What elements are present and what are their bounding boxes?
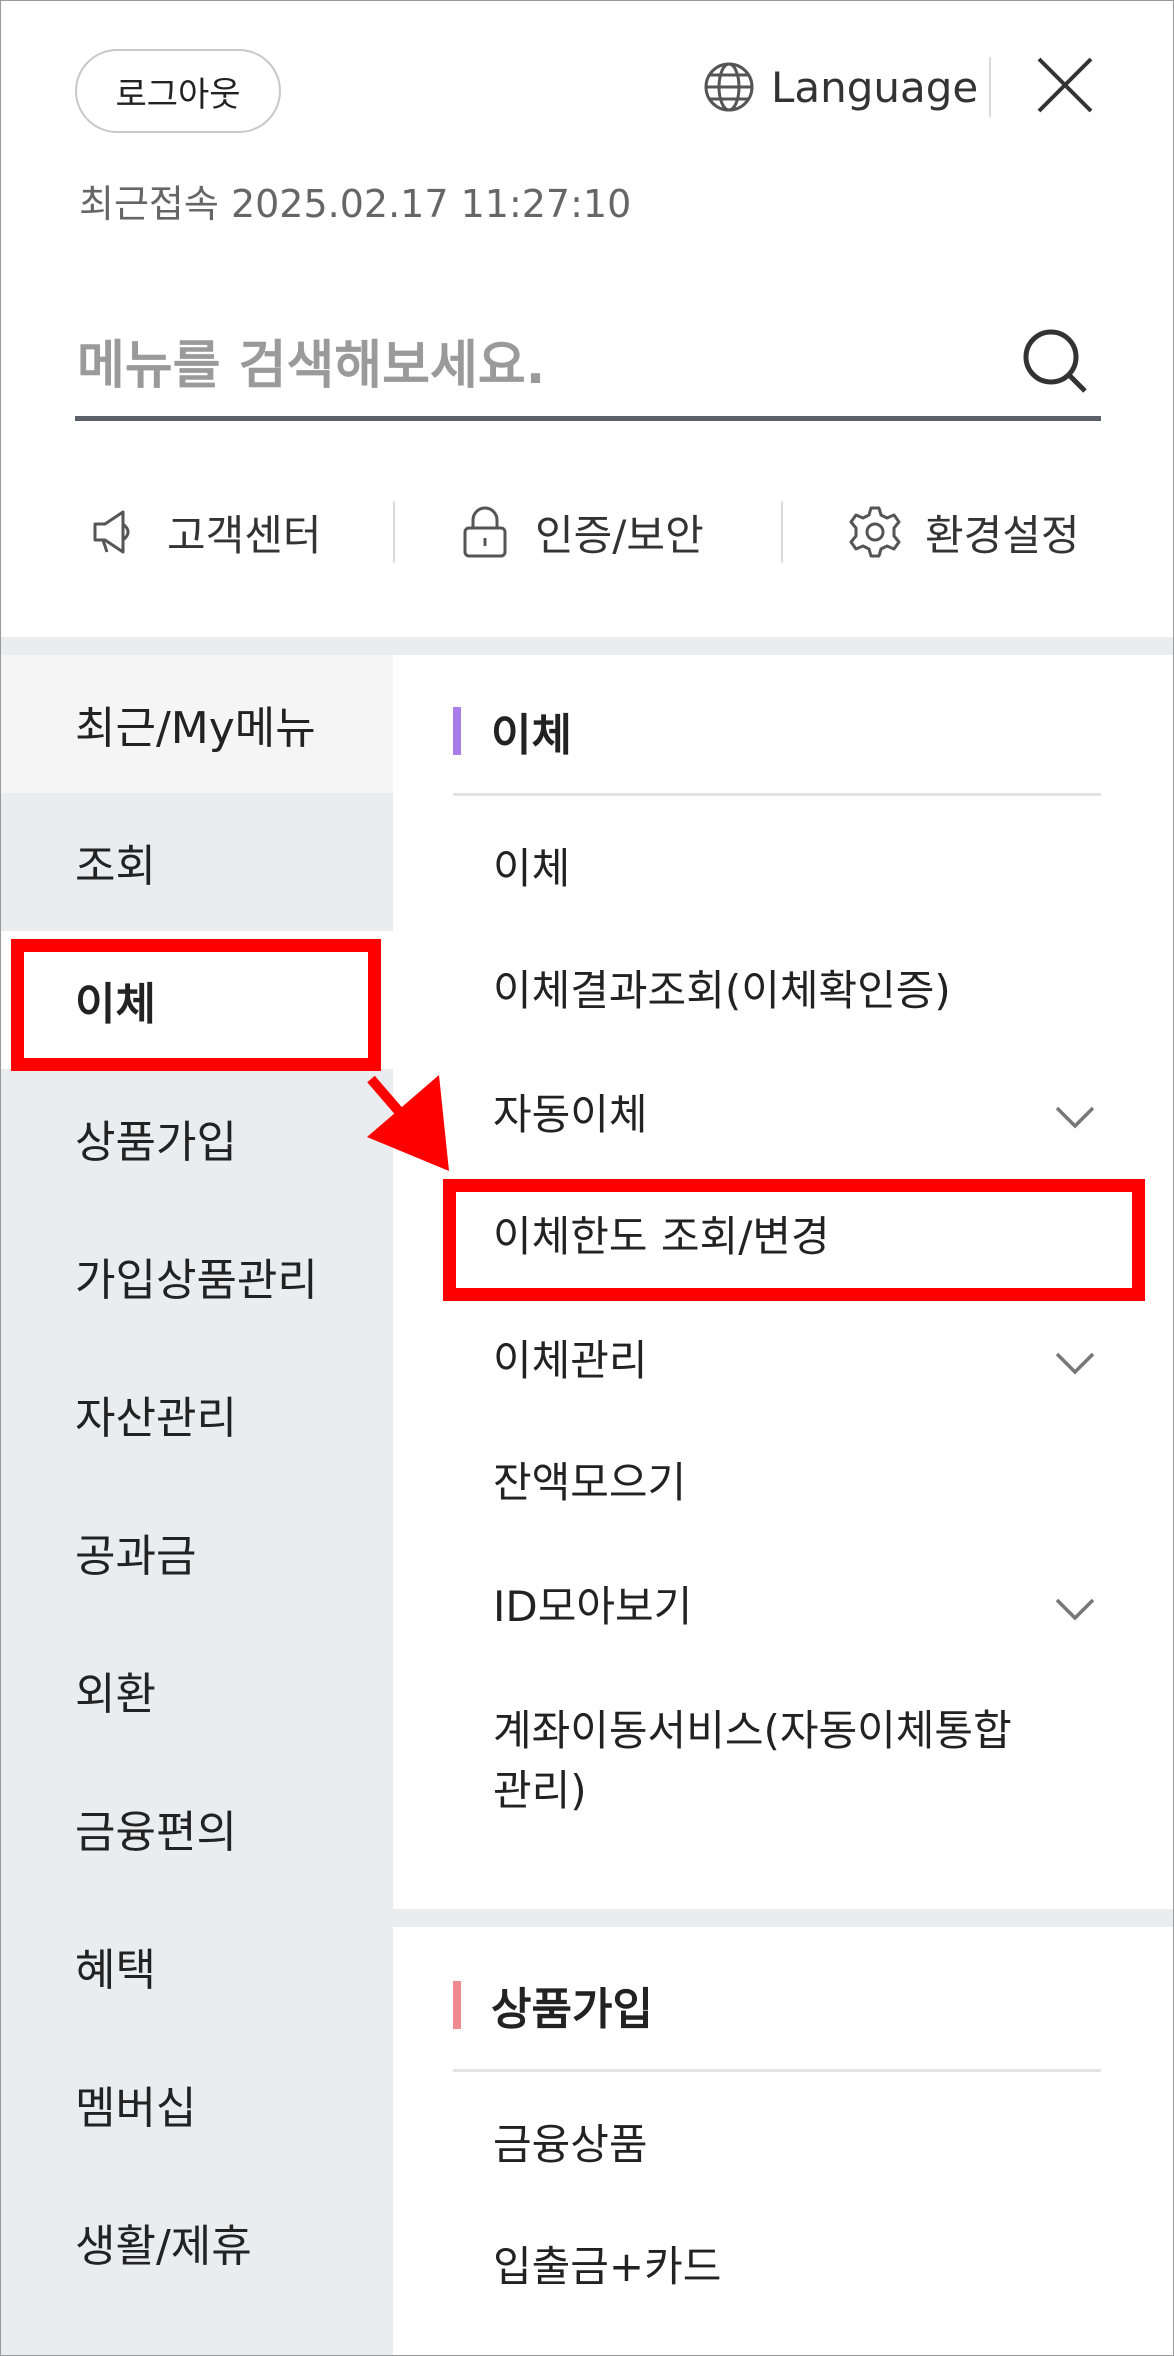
last-access-label: 최근접속: [79, 182, 219, 226]
sidebar-item-membership[interactable]: 멤버십: [1, 2035, 393, 2173]
sidebar-item-inquiry[interactable]: 조회: [1, 793, 393, 931]
quick-link-customer-center[interactable]: 고객센터: [89, 497, 322, 567]
chevron-down-icon[interactable]: [1053, 1103, 1097, 1131]
quick-link-label: 인증/보안: [535, 510, 704, 560]
arrow-icon: [367, 1075, 449, 1171]
quick-link-label: 고객센터: [167, 510, 322, 560]
highlight-box-transfer-limit: [443, 1179, 1145, 1301]
highlight-box-transfer: [11, 939, 381, 1071]
submenu-item-deposit-card[interactable]: 입출금+카드: [493, 2237, 1113, 2297]
submenu-item-account-switch[interactable]: 계좌이동서비스(자동이체통합관리): [493, 1701, 1033, 1821]
submenu-item-auto-transfer[interactable]: 자동이체: [493, 1085, 1113, 1145]
section-accent-bar: [453, 707, 461, 755]
submenu-item-transfer[interactable]: 이체: [493, 839, 1113, 899]
quick-link-auth-security[interactable]: 인증/보안: [457, 497, 704, 567]
sidebar-item-lifestyle[interactable]: 생활/제휴: [1, 2173, 393, 2311]
section-header-transfer: 이체: [453, 701, 572, 761]
section-header-product-signup: 상품가입: [453, 1975, 653, 2035]
app-frame: 로그아웃 Language 최근접속 2025.02.17 11:27:10 메…: [0, 0, 1174, 2356]
sidebar-item-benefits[interactable]: 혜택: [1, 1897, 393, 2035]
language-label: Language: [771, 62, 979, 112]
close-icon[interactable]: [1035, 55, 1095, 115]
submenu-item-financial-products[interactable]: 금융상품: [493, 2115, 1113, 2175]
sidebar-item-product-management[interactable]: 가입상품관리: [1, 1207, 393, 1345]
language-button[interactable]: Language: [701, 51, 978, 123]
section-divider: [453, 793, 1101, 796]
search-icon[interactable]: [1019, 325, 1091, 397]
last-access-value: 2025.02.17 11:27:10: [230, 182, 632, 226]
quick-link-divider: [781, 501, 783, 563]
logout-button[interactable]: 로그아웃: [75, 49, 281, 133]
section-divider: [453, 2069, 1101, 2072]
last-access: 최근접속 2025.02.17 11:27:10: [79, 173, 631, 228]
submenu-panel: 이체 이체 이체결과조회(이체확인증) 자동이체 이체한도 조회/변경 이체관리…: [393, 655, 1173, 2355]
lock-icon: [463, 506, 507, 558]
megaphone-icon: [93, 510, 130, 554]
sidebar-item-utility-bills[interactable]: 공과금: [1, 1483, 393, 1621]
sidebar-item-asset-management[interactable]: 자산관리: [1, 1345, 393, 1483]
section-title: 이체: [491, 710, 572, 761]
search-input[interactable]: [75, 317, 1009, 415]
header-divider: [989, 57, 991, 117]
section-gap-band: [393, 1909, 1173, 1927]
chevron-down-icon[interactable]: [1053, 1595, 1097, 1623]
submenu-item-transfer-result[interactable]: 이체결과조회(이체확인증): [493, 961, 1113, 1021]
sidebar-item-product-signup[interactable]: 상품가입: [1, 1069, 393, 1207]
sidebar-item-foreign-exchange[interactable]: 외환: [1, 1621, 393, 1759]
submenu-item-transfer-management[interactable]: 이체관리: [493, 1331, 1113, 1391]
sidebar-item-financial-convenience[interactable]: 금융편의: [1, 1759, 393, 1897]
quick-link-settings[interactable]: 환경설정: [847, 497, 1080, 567]
sidebar-item-recent-my[interactable]: 최근/My메뉴: [1, 655, 393, 793]
globe-icon: [704, 62, 754, 112]
submenu-item-id-overview[interactable]: ID모아보기: [493, 1577, 1113, 1637]
gear-icon: [849, 506, 901, 558]
menu-top-band: [1, 637, 1173, 655]
menu-search: [75, 317, 1101, 421]
category-sidebar: 최근/My메뉴 조회 이체 상품가입 가입상품관리 자산관리 공과금 외환 금융…: [1, 655, 393, 2355]
quick-link-label: 환경설정: [925, 510, 1080, 560]
section-title: 상품가입: [491, 1984, 653, 2035]
section-accent-bar: [453, 1981, 461, 2029]
submenu-item-balance-sweep[interactable]: 잔액모으기: [493, 1453, 1113, 1513]
chevron-down-icon[interactable]: [1053, 1349, 1097, 1377]
quick-link-divider: [393, 501, 395, 563]
